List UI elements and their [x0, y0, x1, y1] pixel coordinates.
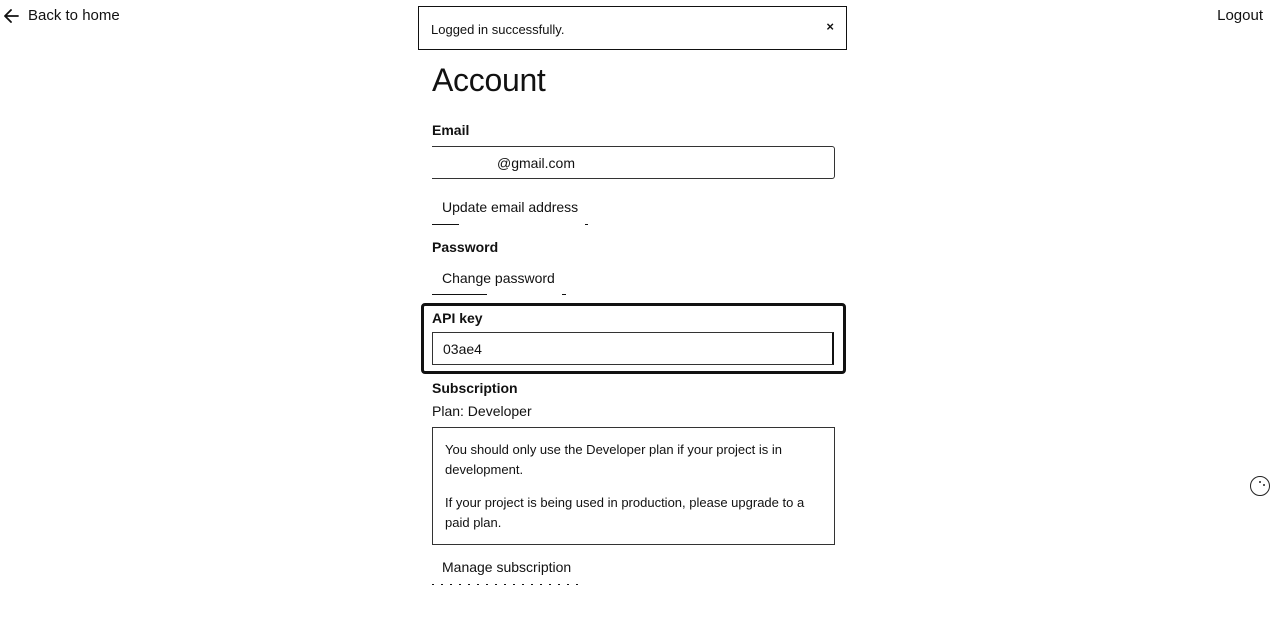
- button-underline: [562, 294, 566, 295]
- api-key-label: API key: [432, 310, 483, 326]
- password-label: Password: [432, 239, 499, 255]
- button-underline: [432, 224, 459, 225]
- arrow-left-icon: [4, 8, 19, 23]
- button-underline: [432, 294, 487, 295]
- manage-subscription-button[interactable]: Manage subscription: [432, 559, 571, 575]
- button-underline: [585, 224, 588, 225]
- success-toast: Logged in successfully. ×: [418, 6, 847, 50]
- toast-message: Logged in successfully.: [431, 22, 565, 37]
- change-password-button[interactable]: Change password: [432, 270, 555, 286]
- api-key-field[interactable]: [432, 332, 834, 365]
- plan-text: Plan: Developer: [432, 403, 532, 419]
- close-icon[interactable]: ×: [826, 19, 834, 34]
- page-title: Account: [432, 62, 546, 98]
- back-to-home-link[interactable]: Back to home: [4, 7, 120, 24]
- back-to-home-label: Back to home: [28, 7, 120, 24]
- notice-line-1: You should only use the Developer plan i…: [445, 442, 783, 477]
- email-field[interactable]: [432, 146, 835, 179]
- update-email-button[interactable]: Update email address: [432, 199, 578, 215]
- notice-line-2: If your project is being used in product…: [445, 495, 805, 530]
- loading-spinner-icon: [1250, 476, 1270, 496]
- subscription-label: Subscription: [432, 380, 518, 396]
- logout-button[interactable]: Logout: [1217, 7, 1263, 24]
- developer-plan-notice: You should only use the Developer plan i…: [432, 427, 835, 545]
- button-underline: [432, 584, 584, 585]
- email-label: Email: [432, 122, 470, 138]
